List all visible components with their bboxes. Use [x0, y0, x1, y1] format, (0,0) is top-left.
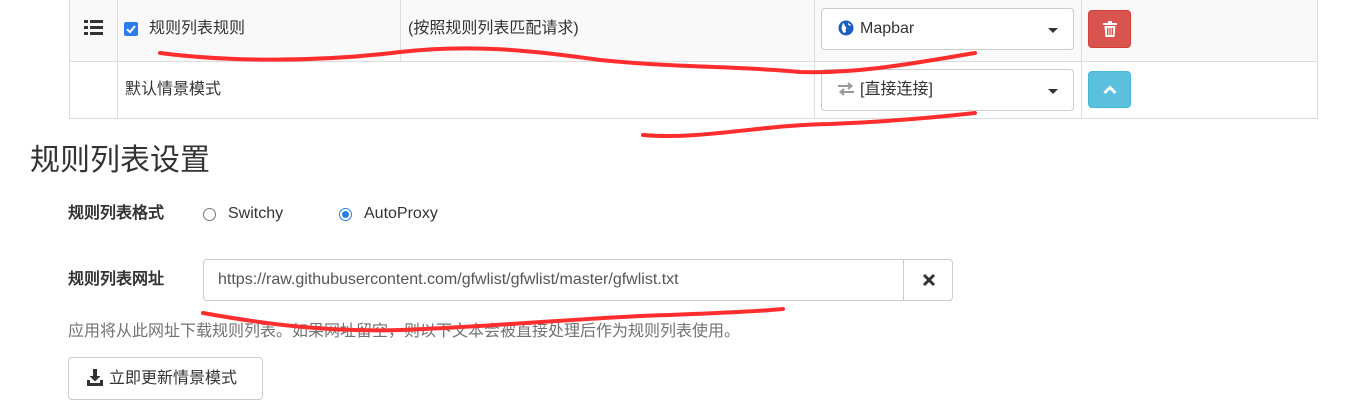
table-divider — [117, 0, 118, 119]
download-icon — [87, 369, 103, 386]
globe-icon — [838, 20, 854, 36]
chevron-up-icon — [1103, 85, 1117, 95]
default-profile-value: [直接连接] — [860, 81, 933, 98]
rule-list-url-input[interactable]: https://raw.githubusercontent.com/gfwlis… — [203, 259, 904, 301]
table-divider — [1081, 0, 1082, 119]
url-help-text: 应用将从此网址下载规则列表。如果网址留空，则以下文本会被直接处理后作为规则列表使… — [68, 323, 741, 340]
format-label: 规则列表格式 — [68, 205, 165, 222]
rule-condition-detail: (按照规则列表匹配请求) — [408, 20, 579, 37]
delete-rule-button[interactable] — [1088, 10, 1131, 48]
rule-profile-value: Mapbar — [860, 20, 915, 37]
clear-url-button[interactable] — [903, 259, 953, 301]
format-option-switchy[interactable]: Switchy — [228, 204, 283, 224]
chevron-down-icon — [1048, 89, 1058, 94]
table-divider — [400, 0, 401, 62]
section-title: 规则列表设置 — [30, 144, 210, 177]
collapse-button[interactable] — [1088, 71, 1131, 108]
format-radio-autoproxy[interactable] — [339, 208, 352, 221]
table-divider — [814, 0, 815, 119]
check-icon — [126, 25, 136, 34]
trash-icon — [1103, 21, 1117, 37]
default-profile-select[interactable]: [直接连接] — [821, 69, 1074, 111]
close-icon — [922, 273, 936, 287]
rule-condition-label: 规则列表规则 — [149, 20, 246, 37]
default-profile-label: 默认情景模式 — [125, 81, 222, 98]
format-option-autoproxy[interactable]: AutoProxy — [364, 204, 438, 224]
list-icon[interactable] — [84, 19, 104, 37]
update-profile-button[interactable]: 立即更新情景模式 — [68, 357, 263, 400]
format-radio-switchy[interactable] — [203, 208, 216, 221]
chevron-down-icon — [1048, 28, 1058, 33]
update-profile-label: 立即更新情景模式 — [109, 370, 238, 387]
rule-profile-select[interactable]: Mapbar — [821, 8, 1074, 50]
url-label: 规则列表网址 — [68, 271, 165, 288]
rule-enabled-checkbox[interactable] — [124, 22, 138, 36]
exchange-arrows-icon — [838, 82, 854, 96]
